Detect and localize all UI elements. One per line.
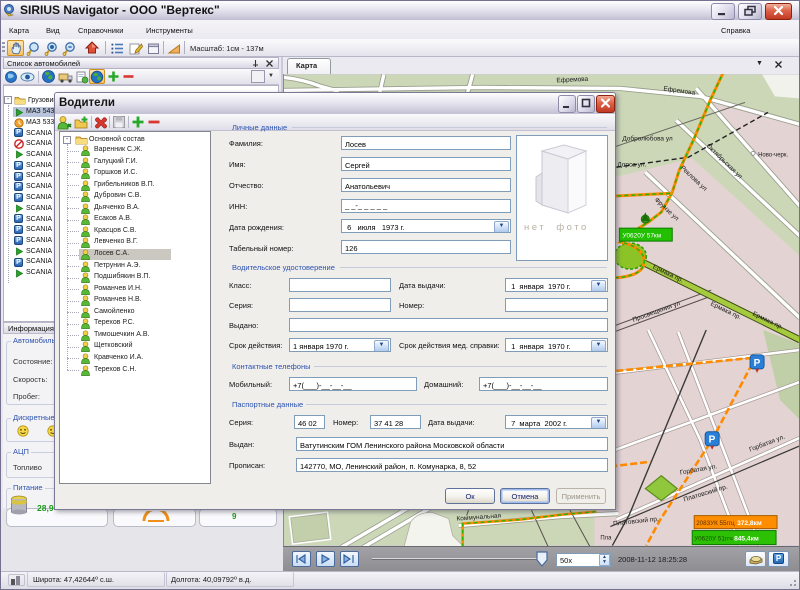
svg-text:372,8км: 372,8км: [737, 520, 762, 527]
svg-text:P: P: [709, 435, 716, 446]
svg-text:У0620У 51ггч: У0620У 51ггч: [694, 536, 732, 543]
svg-text:2083УК 55ггц: 2083УК 55ггц: [696, 520, 735, 527]
svg-text:Пла: Пла: [600, 536, 612, 542]
svg-text:P: P: [754, 358, 761, 369]
svg-text:Добролюбова ул: Добролюбова ул: [622, 134, 673, 142]
svg-text:У0620У 57км: У0620У 57км: [622, 233, 661, 240]
svg-text:845,4км: 845,4км: [734, 536, 759, 543]
svg-text:Ново-черк.: Ново-черк.: [758, 152, 788, 158]
svg-text:Дорса ул.: Дорса ул.: [617, 161, 646, 168]
